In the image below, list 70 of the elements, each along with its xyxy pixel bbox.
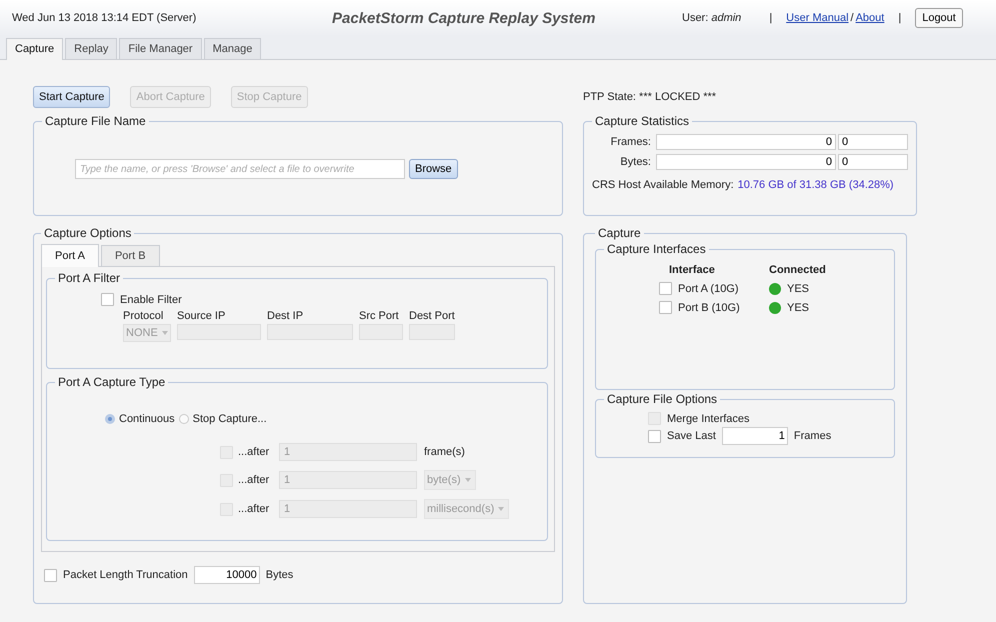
link[interactable]: About (856, 12, 884, 24)
status-text: YES (787, 302, 810, 314)
separator: | (769, 12, 772, 24)
input-field[interactable]: 0 (656, 134, 836, 150)
field-label: Frames: (610, 136, 652, 148)
field-label: Bytes: (619, 156, 652, 168)
column-label: Source IP (177, 310, 226, 322)
radio-button[interactable] (105, 414, 115, 424)
server-time: Wed Jun 13 2018 13:14 EDT (Server) (12, 12, 198, 24)
tab[interactable]: Capture (6, 38, 64, 60)
memory-value: 10.76 GB of 31.38 GB (34.28%) (738, 179, 894, 191)
input-field[interactable]: 10000 (194, 566, 260, 584)
section-title: Port A Capture Type (57, 375, 166, 389)
memory-label: CRS Host Available Memory: (592, 179, 734, 191)
section-title: Capture Interfaces (606, 242, 707, 256)
column-header: Interface (668, 264, 716, 276)
checkbox-label: Merge Interfaces (667, 412, 750, 424)
radio-label: Continuous (119, 413, 175, 425)
column-label: Dest IP (267, 310, 304, 322)
checkbox-label: Save Last (667, 430, 716, 442)
checkbox-label: Packet Length Truncation (63, 569, 188, 581)
file-name-field[interactable]: Type the name, or press 'Browse' and select a file to overwrite (75, 159, 405, 179)
checkbox-label: Port B (10G) (678, 302, 740, 314)
link[interactable]: User Manual (786, 12, 849, 24)
logout-button[interactable]: Logout (915, 8, 963, 28)
tab[interactable]: Port B (100, 245, 160, 266)
checkbox[interactable] (659, 282, 672, 295)
input-field[interactable]: 0 (838, 134, 908, 150)
input-field[interactable]: 0 (656, 154, 836, 170)
checkbox[interactable] (101, 293, 114, 306)
separator: | (898, 12, 902, 24)
checkbox[interactable] (648, 430, 661, 442)
separator: / (850, 12, 854, 24)
ptp-state: PTP State: *** LOCKED *** (583, 90, 718, 105)
status-text: YES (787, 282, 810, 294)
action-button[interactable]: Start Capture (33, 86, 110, 108)
section-title: Capture Options (43, 226, 132, 240)
input-field[interactable]: 1 (722, 427, 788, 445)
tab[interactable]: Port A (41, 244, 99, 267)
checkbox-label: ...after (238, 474, 270, 486)
caret-icon (162, 331, 168, 335)
caret-icon (464, 478, 471, 482)
unit-label: frame(s) (424, 446, 465, 458)
checkbox-label: ...after (238, 446, 270, 458)
section-title: Capture File Name (44, 114, 147, 128)
tab[interactable]: File Manager (119, 38, 202, 59)
input-field[interactable]: 0 (838, 154, 908, 170)
column-label: Protocol (123, 310, 164, 322)
checkbox-label: Enable Filter (120, 294, 182, 306)
section-title: Capture (597, 226, 642, 240)
column-label: Dest Port (409, 310, 455, 322)
radio-label: Stop Capture... (192, 413, 267, 425)
app-title: PacketStorm Capture Replay System (332, 10, 596, 26)
checkbox-label: Port A (10G) (678, 282, 739, 294)
radio-button[interactable] (178, 414, 189, 424)
checkbox-label: ...after (238, 503, 270, 515)
user-label: User: admin (682, 12, 742, 24)
caret-icon (498, 507, 504, 511)
tab[interactable]: Replay (65, 38, 118, 59)
section-title: Port A Filter (57, 271, 122, 285)
unit-label: Bytes (266, 569, 294, 581)
tab[interactable]: Manage (204, 38, 262, 59)
column-label: Src Port (359, 310, 400, 322)
browse-button[interactable]: Browse (409, 159, 458, 179)
unit-label: Frames (794, 430, 832, 442)
section-title: Capture File Options (606, 392, 718, 406)
checkbox[interactable] (659, 301, 672, 314)
column-header: Connected (769, 264, 827, 276)
section-title: Capture Statistics (594, 114, 690, 128)
checkbox[interactable] (44, 568, 57, 582)
